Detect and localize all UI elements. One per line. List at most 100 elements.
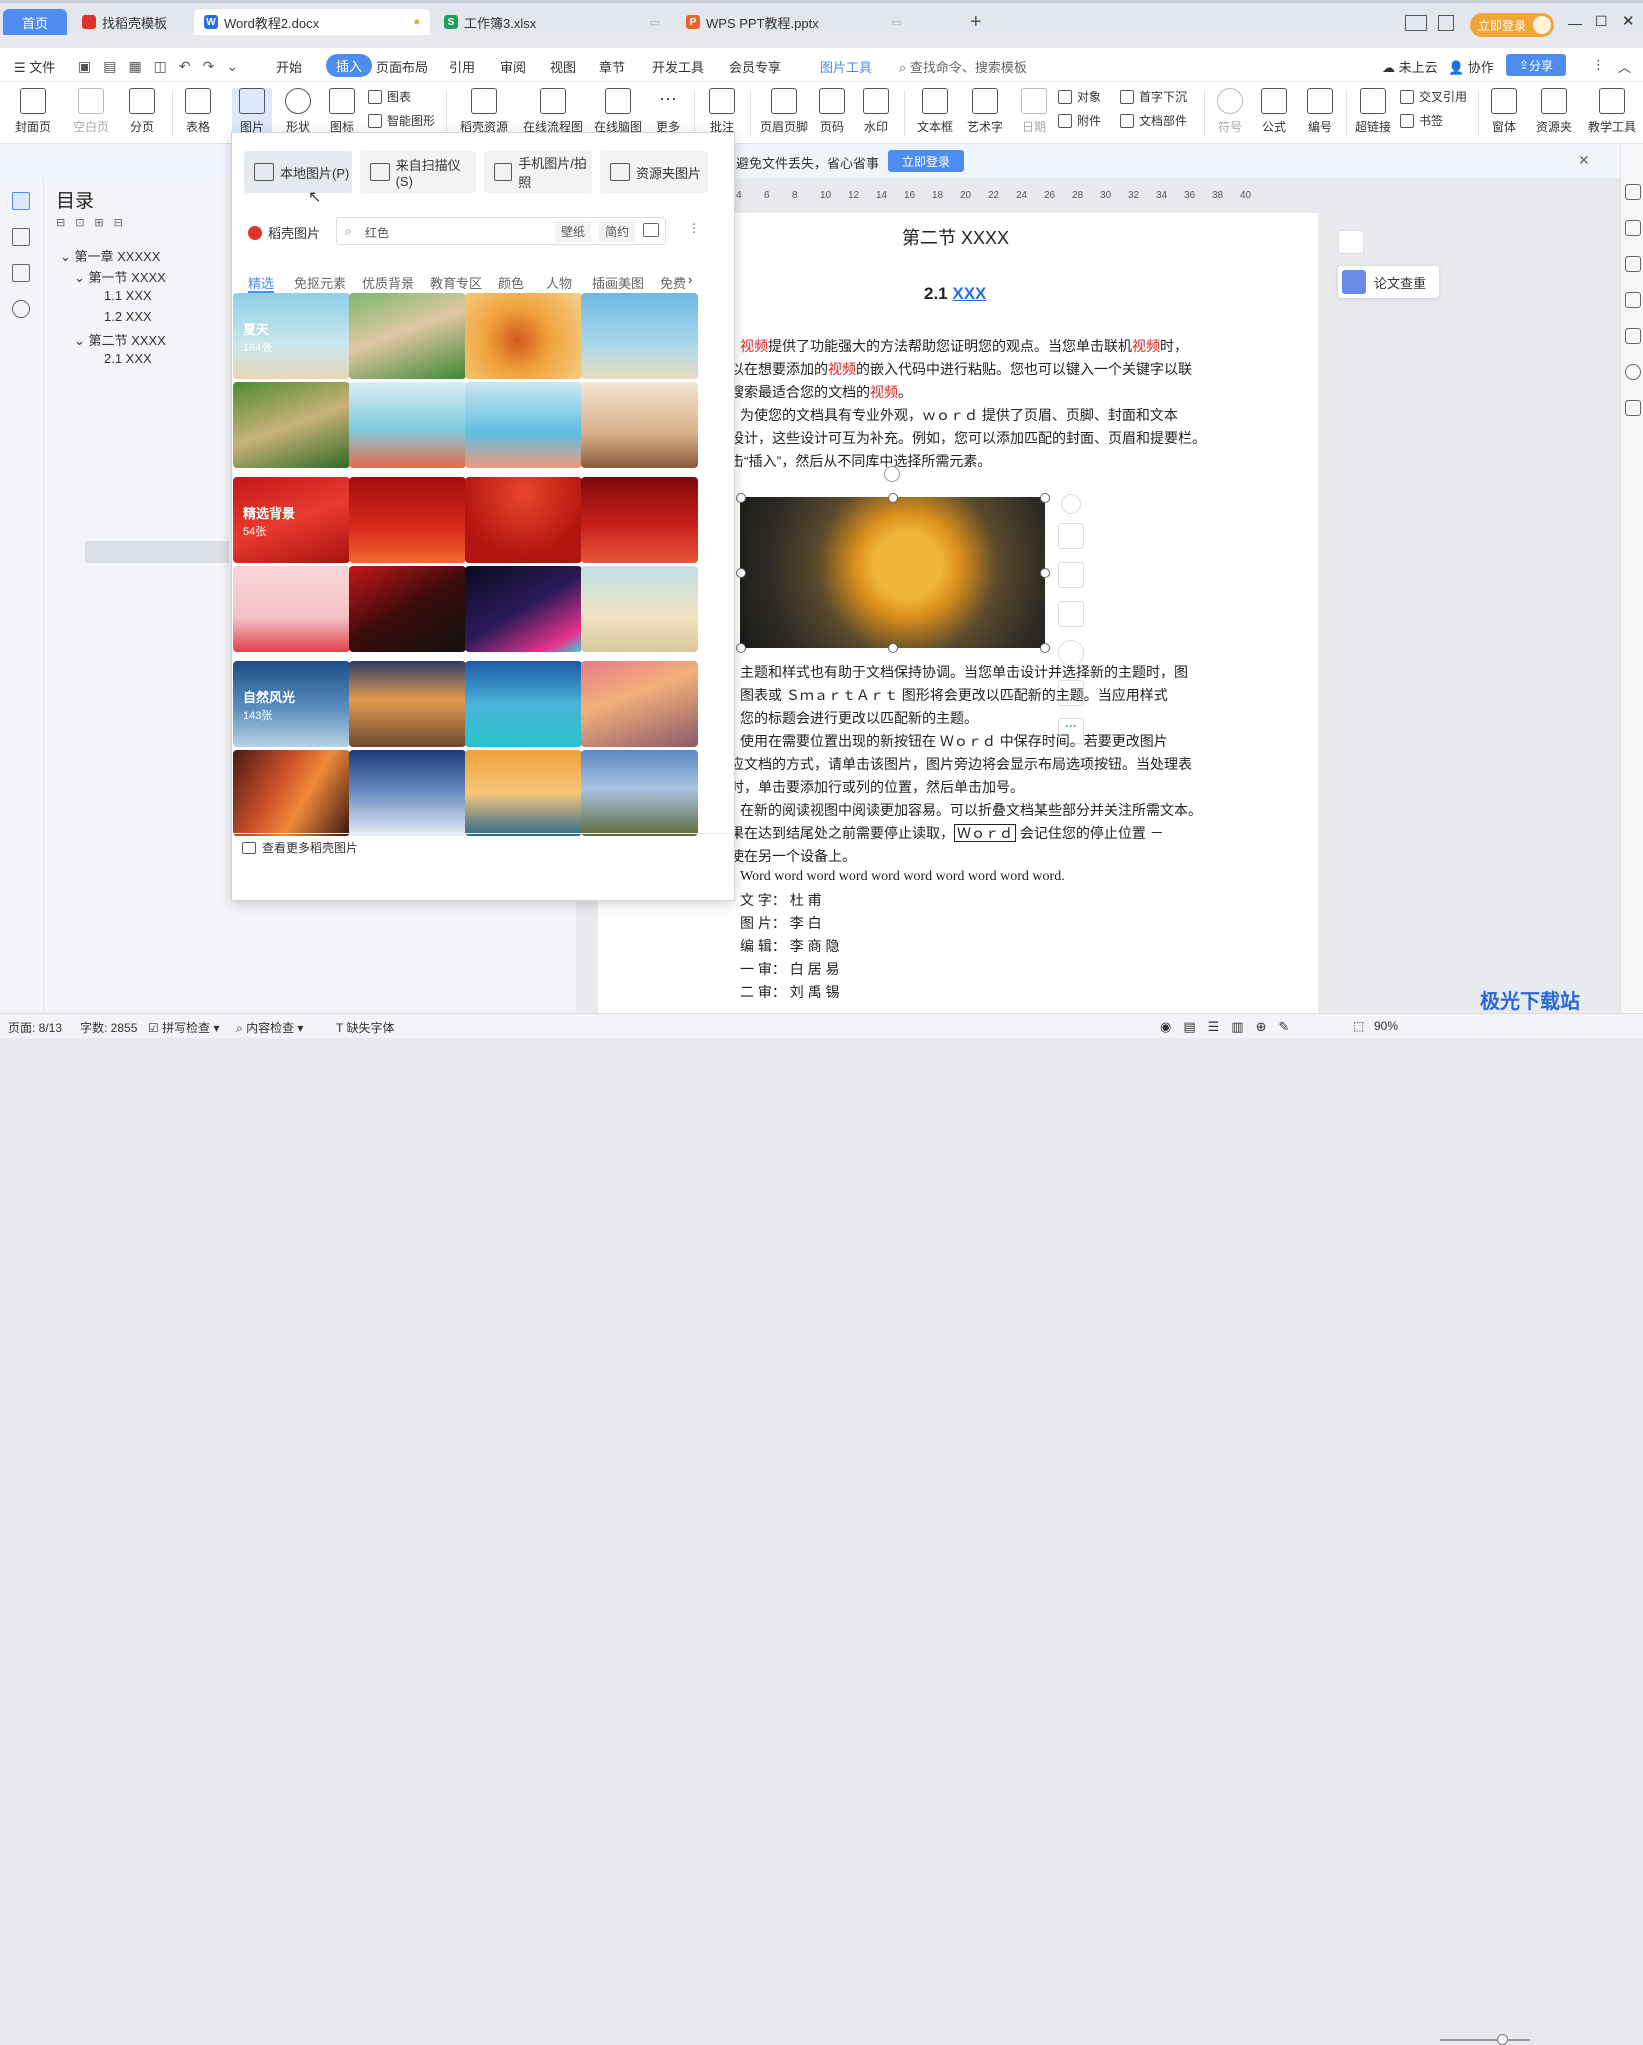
quick-access-icons[interactable]: ▣▤▦◫↶↷⌄	[78, 58, 250, 75]
wordart-button[interactable]: 艺术字	[962, 88, 1008, 135]
toc-item[interactable]: 1.1 XXX	[104, 288, 152, 303]
menu-developer[interactable]: 开发工具	[652, 57, 704, 76]
teaching-tools-button[interactable]: 教学工具	[1584, 88, 1640, 135]
category-tab[interactable]: 免费	[660, 273, 686, 292]
resource-folder-button[interactable]: 资源夹	[1530, 88, 1578, 135]
missing-font-button[interactable]: T 缺失字体	[336, 1019, 394, 1036]
zoom-in-icon[interactable]	[1058, 562, 1084, 588]
menu-section[interactable]: 章节	[599, 57, 625, 76]
phone-picture-button[interactable]: 手机图片/拍照	[484, 151, 592, 193]
thumbnail[interactable]	[349, 750, 466, 836]
toc-item[interactable]: 2.1 XXX	[104, 351, 152, 366]
crossref-button[interactable]: 交叉引用	[1400, 88, 1467, 105]
icons-button[interactable]: 图标	[324, 88, 360, 135]
collab-button[interactable]: 👤 协作	[1448, 57, 1494, 76]
thumbnail[interactable]	[349, 661, 466, 747]
header-footer-button[interactable]: 页眉页脚	[756, 88, 812, 135]
cover-page-button[interactable]: 封面页	[10, 88, 56, 135]
resource-folder-picture-button[interactable]: 资源夹图片	[600, 151, 708, 193]
resize-handle[interactable]	[1040, 568, 1050, 578]
chart-button[interactable]: 图表	[368, 88, 411, 105]
thumbnail[interactable]	[581, 382, 698, 468]
maximize-icon[interactable]: ☐	[1595, 13, 1608, 30]
close-icon[interactable]: ✕	[1622, 12, 1635, 30]
tab-ppt[interactable]: P WPS PPT教程.pptx ▭	[676, 9, 912, 35]
symbol-button[interactable]: 符号	[1212, 88, 1248, 135]
book-icon[interactable]	[1625, 400, 1641, 416]
dropcap-button[interactable]: 首字下沉	[1120, 88, 1187, 105]
menu-picture-tools[interactable]: 图片工具	[820, 57, 872, 76]
textbox-button[interactable]: 文本框	[912, 88, 958, 135]
thumbnail[interactable]	[233, 382, 350, 468]
shape-button[interactable]: 形状	[280, 88, 316, 135]
selected-leaf-image[interactable]	[740, 497, 1045, 648]
menu-start[interactable]: 开始	[276, 57, 302, 76]
form-button[interactable]: 窗体	[1484, 88, 1524, 135]
category-tab[interactable]: 精选	[248, 273, 274, 292]
resize-handle[interactable]	[736, 643, 746, 653]
more-button[interactable]: ··· 更多	[650, 88, 686, 135]
hyperlink-button[interactable]: 超链接	[1350, 88, 1396, 135]
blank-page-button[interactable]: 空白页	[68, 88, 114, 135]
crop-icon[interactable]	[1058, 601, 1084, 627]
tab-docer[interactable]: 找稻壳模板	[72, 9, 190, 35]
tab-home[interactable]: 首页	[3, 9, 67, 35]
resize-handle[interactable]	[736, 493, 746, 503]
collapse-ribbon-icon[interactable]: ︿	[1618, 57, 1631, 76]
thumbnail[interactable]	[465, 661, 582, 747]
notice-login-button[interactable]: 立即登录	[888, 150, 964, 172]
login-button[interactable]: 立即登录	[1470, 13, 1554, 37]
menu-references[interactable]: 引用	[449, 57, 475, 76]
grid-icon[interactable]	[1438, 15, 1454, 31]
search-icon[interactable]	[12, 300, 30, 318]
sliders-icon[interactable]	[1625, 292, 1641, 308]
flowchart-button[interactable]: 在线流程图	[520, 88, 586, 135]
docpart-button[interactable]: 文档部件	[1120, 112, 1187, 129]
heading-link[interactable]: XXX	[952, 284, 986, 303]
page-number-button[interactable]: 页码	[812, 88, 852, 135]
resize-handle[interactable]	[888, 643, 898, 653]
page-break-button[interactable]: 分页	[124, 88, 160, 135]
toc-view-icon[interactable]	[12, 192, 30, 210]
thumbnail[interactable]	[349, 382, 466, 468]
bookmark-button[interactable]: 书签	[1400, 112, 1443, 129]
toc-item[interactable]: ⌄ 第二节 XXXX	[74, 330, 166, 349]
rotate-handle-icon[interactable]	[884, 466, 900, 482]
notice-close-icon[interactable]: ✕	[1578, 152, 1590, 169]
cursor-icon[interactable]	[1625, 256, 1641, 272]
share-button[interactable]: ⇪ 分享	[1506, 54, 1566, 76]
content-check-button[interactable]: ⌕ 内容检查 ▾	[236, 1019, 303, 1036]
object-button[interactable]: 对象	[1058, 88, 1101, 105]
thumbnail[interactable]	[465, 293, 582, 379]
watermark-button[interactable]: 水印	[856, 88, 896, 135]
chevron-right-icon[interactable]: ›	[688, 272, 692, 287]
thumbnail-group-backgrounds[interactable]: 精选背景 54张	[233, 477, 350, 563]
translate-icon[interactable]	[1625, 328, 1641, 344]
command-search[interactable]: ⌕ 查找命令、搜索模板	[899, 57, 1027, 76]
mindmap-button[interactable]: 在线脑图	[590, 88, 646, 135]
resize-handle[interactable]	[1040, 643, 1050, 653]
thumbnail-group-summer[interactable]: 夏天 164张	[233, 293, 350, 379]
date-button[interactable]: 日期	[1016, 88, 1052, 135]
toc-item[interactable]: ⌄ 第一节 XXXX	[74, 267, 166, 286]
docer-resource-button[interactable]: 稻壳资源	[454, 88, 514, 135]
file-menu[interactable]: ☰ 文件	[14, 57, 55, 76]
toc-item[interactable]: ⌄ 第一章 XXXXX	[60, 246, 160, 265]
menu-view[interactable]: 视图	[550, 57, 576, 76]
search-tag[interactable]: 壁纸	[555, 221, 592, 242]
zoom-slider[interactable]	[1440, 2039, 1530, 2041]
formula-button[interactable]: 公式	[1256, 88, 1292, 135]
category-tab[interactable]: 颜色	[498, 273, 524, 292]
thumbnail[interactable]	[581, 293, 698, 379]
menu-member[interactable]: 会员专享	[729, 57, 781, 76]
numbering-button[interactable]: 编号	[1302, 88, 1338, 135]
category-tab[interactable]: 教育专区	[430, 273, 482, 292]
thumbnail[interactable]	[581, 750, 698, 836]
category-tab[interactable]: 插画美图	[592, 273, 644, 292]
thumbnail[interactable]	[233, 566, 350, 652]
cloud-button[interactable]: ☁ 未上云	[1382, 57, 1438, 76]
new-tab-icon[interactable]: +	[970, 11, 982, 34]
thumbnail[interactable]	[233, 750, 350, 836]
page-indicator[interactable]: 页面: 8/13	[8, 1019, 62, 1036]
menu-review[interactable]: 审阅	[500, 57, 526, 76]
